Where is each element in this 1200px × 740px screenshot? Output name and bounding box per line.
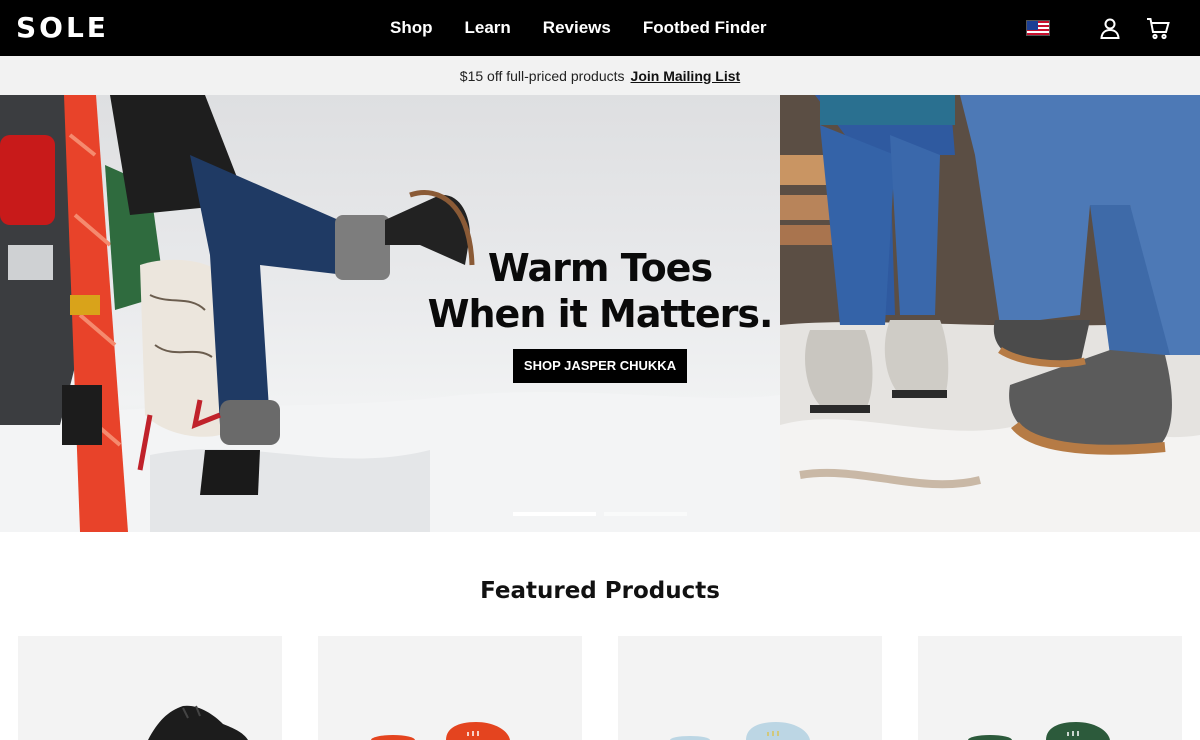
carousel-dot-2[interactable] (604, 512, 687, 516)
sole-logo[interactable]: SOLE (16, 14, 128, 42)
product-card-orange-footbed[interactable] (318, 636, 582, 740)
carousel-indicators (513, 512, 695, 516)
black-sneaker-image (148, 705, 248, 740)
product-card-green-footbed[interactable] (918, 636, 1182, 740)
hero-headline-line2: When it Matters. (427, 292, 774, 336)
us-flag-icon[interactable] (1026, 20, 1050, 36)
product-card-black-sneaker[interactable] (18, 636, 282, 740)
promo-text: $15 off full-priced products (459, 67, 625, 84)
nav-link-footbed-finder[interactable]: Footbed Finder (643, 18, 767, 38)
nav-link-learn[interactable]: Learn (465, 18, 511, 38)
nav-icons (1026, 0, 1170, 56)
top-navigation: SOLE Shop Learn Reviews Footbed Finder (0, 0, 1200, 56)
logo-text: SOLE (16, 11, 109, 44)
cart-icon[interactable] (1146, 16, 1170, 40)
hero-headline: Warm Toes When it Matters. (420, 245, 780, 337)
bench-scene-illustration (780, 95, 1200, 532)
featured-products-grid (18, 636, 1182, 740)
hero-headline-line1: Warm Toes (487, 246, 713, 290)
nav-link-reviews[interactable]: Reviews (543, 18, 611, 38)
hero-image-snow-scene: Warm Toes When it Matters. SHOP JASPER C… (0, 95, 780, 532)
green-footbed-image (968, 722, 1110, 740)
nav-link-shop[interactable]: Shop (390, 18, 433, 38)
hero-copy: Warm Toes When it Matters. SHOP JASPER C… (420, 245, 780, 383)
hero-image-bench-scene (780, 95, 1200, 532)
hero-carousel: Warm Toes When it Matters. SHOP JASPER C… (0, 95, 1200, 532)
orange-footbed-image (371, 722, 510, 740)
carousel-dot-1[interactable] (513, 512, 596, 516)
product-card-light-blue-footbed[interactable] (618, 636, 882, 740)
shop-jasper-chukka-button[interactable]: SHOP JASPER CHUKKA (512, 349, 688, 383)
light-blue-footbed-image (670, 722, 810, 740)
join-mailing-list-link[interactable]: Join Mailing List (631, 68, 741, 84)
account-icon[interactable] (1098, 16, 1122, 40)
featured-products-title: Featured Products (480, 578, 720, 604)
main-nav: Shop Learn Reviews Footbed Finder (390, 0, 799, 56)
promo-bar: $15 off full-priced products Join Mailin… (0, 56, 1200, 95)
